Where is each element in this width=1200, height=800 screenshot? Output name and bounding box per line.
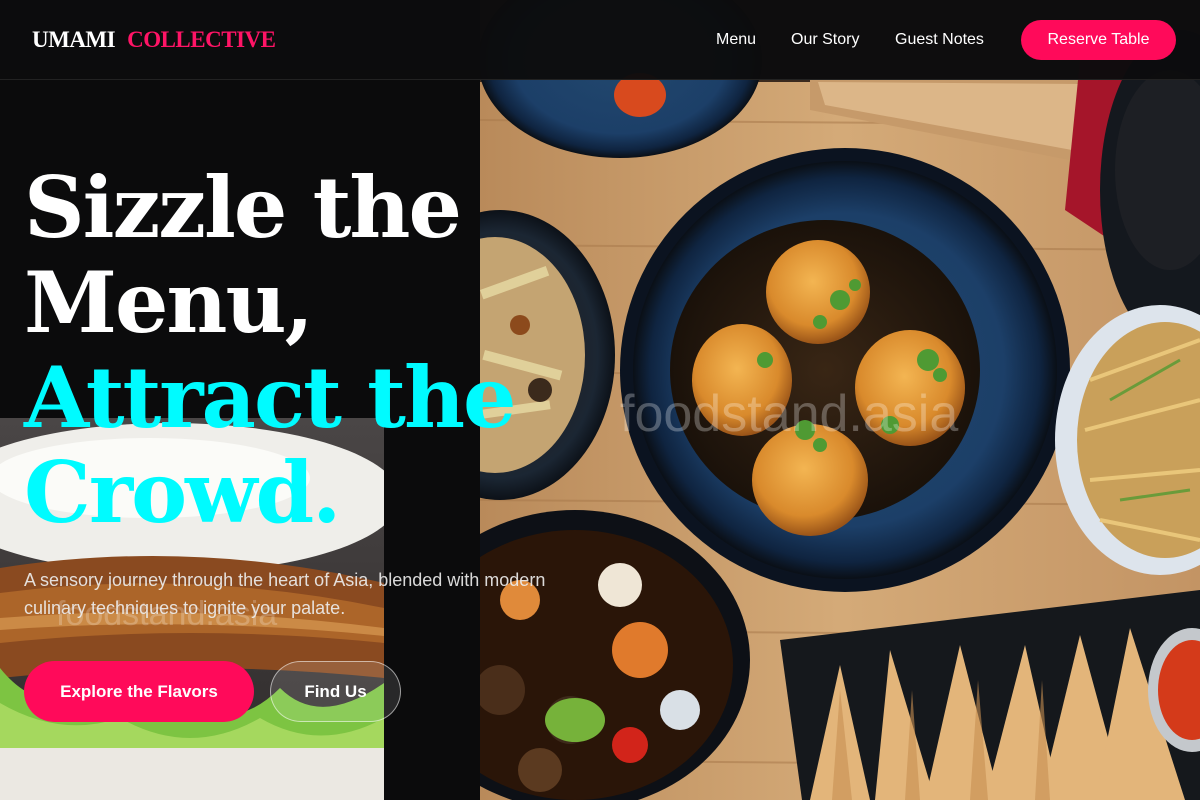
hero-heading: Sizzle the Menu, Attract the Crowd. — [24, 158, 516, 542]
hero-line-2: Menu, — [24, 253, 314, 352]
hero-subtitle: A sensory journey through the heart of A… — [24, 570, 546, 618]
hero-line-3: Attract the — [24, 348, 516, 447]
nav-link-menu[interactable]: Menu — [716, 31, 756, 49]
explore-flavors-button[interactable]: Explore the Flavors — [24, 661, 254, 722]
logo-word-umami: UMAMI — [32, 27, 116, 52]
logo-word-collective: COLLECTIVE — [127, 27, 276, 52]
find-us-button[interactable]: Find Us — [270, 661, 401, 722]
nav-link-guest-notes[interactable]: Guest Notes — [895, 31, 984, 49]
nav-link-our-story[interactable]: Our Story — [791, 31, 859, 49]
hero-line-4: Crowd. — [24, 443, 341, 542]
logo[interactable]: UMAMI COLLECTIVE — [32, 27, 276, 53]
hero-line-1: Sizzle the — [24, 158, 462, 257]
watermark-right: foodstand.asia — [620, 385, 959, 443]
reserve-table-button[interactable]: Reserve Table — [1021, 20, 1176, 60]
site-header: UMAMI COLLECTIVE Menu Our Story Guest Not… — [0, 0, 1200, 80]
